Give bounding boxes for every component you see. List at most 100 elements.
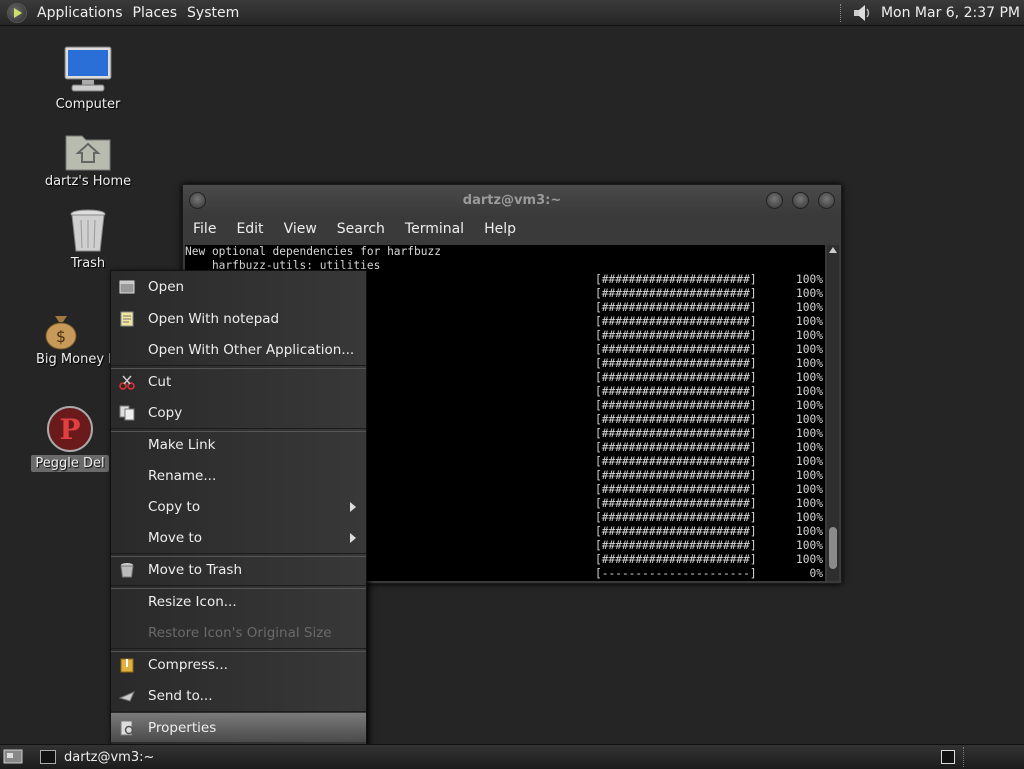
window-title: dartz@vm3:~ (462, 193, 562, 208)
terminal-icon (40, 750, 56, 764)
desktop-icon-bigmoney[interactable]: $ Big Money D (16, 310, 119, 367)
progress-percent: 100% (796, 273, 823, 286)
svg-text:$: $ (56, 327, 66, 346)
menu-item-restore-icon-size: Restore Icon's Original Size (148, 625, 332, 641)
maximize-icon[interactable] (792, 192, 809, 209)
peggle-icon: P (47, 406, 93, 452)
menu-view[interactable]: View (284, 221, 317, 237)
progress-bar-text: [######################] (595, 329, 757, 342)
menu-item-move-to-trash[interactable]: Move to Trash (111, 555, 366, 584)
progress-bar-text: [######################] (595, 371, 757, 384)
computer-icon (64, 46, 112, 92)
progress-percent: 100% (796, 329, 823, 342)
bottom-panel: dartz@vm3:~ (0, 744, 1024, 769)
menu-places[interactable]: Places (133, 5, 178, 21)
progress-percent: 100% (796, 413, 823, 426)
desktop-icon-computer[interactable]: Computer (33, 45, 143, 112)
menu-help[interactable]: Help (484, 221, 516, 237)
terminal-titlebar[interactable]: dartz@vm3:~ (183, 185, 841, 215)
menu-item-properties[interactable]: Properties (111, 713, 366, 742)
taskbar-button-terminal[interactable]: dartz@vm3:~ (32, 746, 154, 768)
menu-item-compress[interactable]: Compress... (111, 650, 366, 679)
progress-bar-text: [######################] (595, 413, 757, 426)
desktop-icon-label: Peggle Del (31, 455, 109, 472)
properties-icon (120, 720, 135, 736)
desktop-icon-trash[interactable]: Trash (33, 208, 143, 271)
progress-bar-text: [######################] (595, 483, 757, 496)
progress-percent: 100% (796, 301, 823, 314)
progress-bar-text: [######################] (595, 525, 757, 538)
close-icon[interactable] (818, 192, 835, 209)
context-menu: Open Open With notepad Open With Other A… (110, 270, 367, 746)
svg-text:P: P (59, 413, 80, 446)
menu-applications[interactable]: Applications (37, 5, 123, 21)
progress-percent: 100% (796, 483, 823, 496)
menu-item-make-link[interactable]: Make Link (111, 430, 366, 459)
money-bag-icon: $ (45, 316, 77, 350)
trash-icon (70, 209, 106, 252)
scissors-icon (119, 375, 135, 390)
menu-terminal[interactable]: Terminal (405, 221, 464, 237)
desktop-icon-label: Computer (55, 97, 121, 112)
progress-percent: 100% (796, 455, 823, 468)
progress-bar-text: [----------------------] (595, 567, 757, 580)
progress-bar-text: [######################] (595, 427, 757, 440)
clock[interactable]: Mon Mar 6, 2:37 PM (881, 5, 1020, 21)
menu-item-copy-to[interactable]: Copy to (111, 492, 366, 521)
progress-percent: 100% (796, 371, 823, 384)
progress-bar-text: [######################] (595, 357, 757, 370)
desktop-icon-peggle[interactable]: P Peggle Del (30, 405, 110, 472)
panel-separator (963, 747, 964, 767)
menu-item-resize-icon[interactable]: Resize Icon... (111, 587, 366, 616)
menu-edit[interactable]: Edit (236, 221, 263, 237)
open-icon (119, 280, 135, 294)
progress-percent: 100% (796, 357, 823, 370)
menu-file[interactable]: File (193, 221, 216, 237)
progress-percent: 100% (796, 399, 823, 412)
progress-percent: 100% (796, 553, 823, 566)
panel-tray: Mon Mar 6, 2:37 PM (839, 0, 1020, 25)
desktop-icon-label: dartz's Home (44, 174, 132, 189)
desktop-icon-label: Big Money D (36, 352, 119, 367)
terminal-menubar: File Edit View Search Terminal Help (183, 215, 841, 243)
scrollbar-thumb[interactable] (829, 527, 837, 569)
progress-percent: 100% (796, 469, 823, 482)
scroll-up-icon[interactable] (829, 247, 837, 253)
home-folder-icon (65, 135, 111, 171)
minimize-icon[interactable] (766, 192, 783, 209)
menu-item-rename[interactable]: Rename... (111, 461, 366, 490)
workspace-icon[interactable] (941, 750, 955, 764)
show-desktop-icon[interactable] (2, 747, 24, 765)
desktop-icon-home[interactable]: dartz's Home (33, 128, 143, 189)
menu-item-send-to[interactable]: Send to... (111, 681, 366, 710)
submenu-arrow-icon (350, 533, 356, 543)
terminal-line: New optional dependencies for harfbuzz (185, 245, 441, 258)
progress-bar-text: [######################] (595, 343, 757, 356)
menu-item-move-to[interactable]: Move to (111, 523, 366, 552)
progress-bar-text: [######################] (595, 539, 757, 552)
menu-item-copy[interactable]: Copy (111, 398, 366, 427)
progress-bar-text: [######################] (595, 441, 757, 454)
progress-bar-text: [######################] (595, 399, 757, 412)
menu-item-cut[interactable]: Cut (111, 367, 366, 396)
terminal-scrollbar[interactable] (827, 245, 839, 581)
menu-search[interactable]: Search (337, 221, 385, 237)
archive-icon (120, 658, 134, 673)
progress-percent: 100% (796, 315, 823, 328)
menu-item-open[interactable]: Open (111, 272, 366, 301)
menu-system[interactable]: System (187, 5, 239, 21)
menu-item-open-with-other[interactable]: Open With Other Application... (111, 335, 366, 364)
copy-icon (119, 405, 135, 421)
gnome-foot-icon[interactable] (7, 2, 27, 23)
progress-percent: 100% (796, 539, 823, 552)
progress-percent: 100% (796, 287, 823, 300)
progress-bar-text: [######################] (595, 301, 757, 314)
progress-percent: 100% (796, 441, 823, 454)
progress-bar-text: [######################] (595, 455, 757, 468)
speaker-icon[interactable] (851, 3, 873, 23)
progress-bar-text: [######################] (595, 273, 757, 286)
taskbar-label: dartz@vm3:~ (64, 749, 155, 765)
progress-bar-text: [######################] (595, 469, 757, 482)
menu-item-open-with-notepad[interactable]: Open With notepad (111, 304, 366, 333)
send-icon (119, 691, 135, 702)
